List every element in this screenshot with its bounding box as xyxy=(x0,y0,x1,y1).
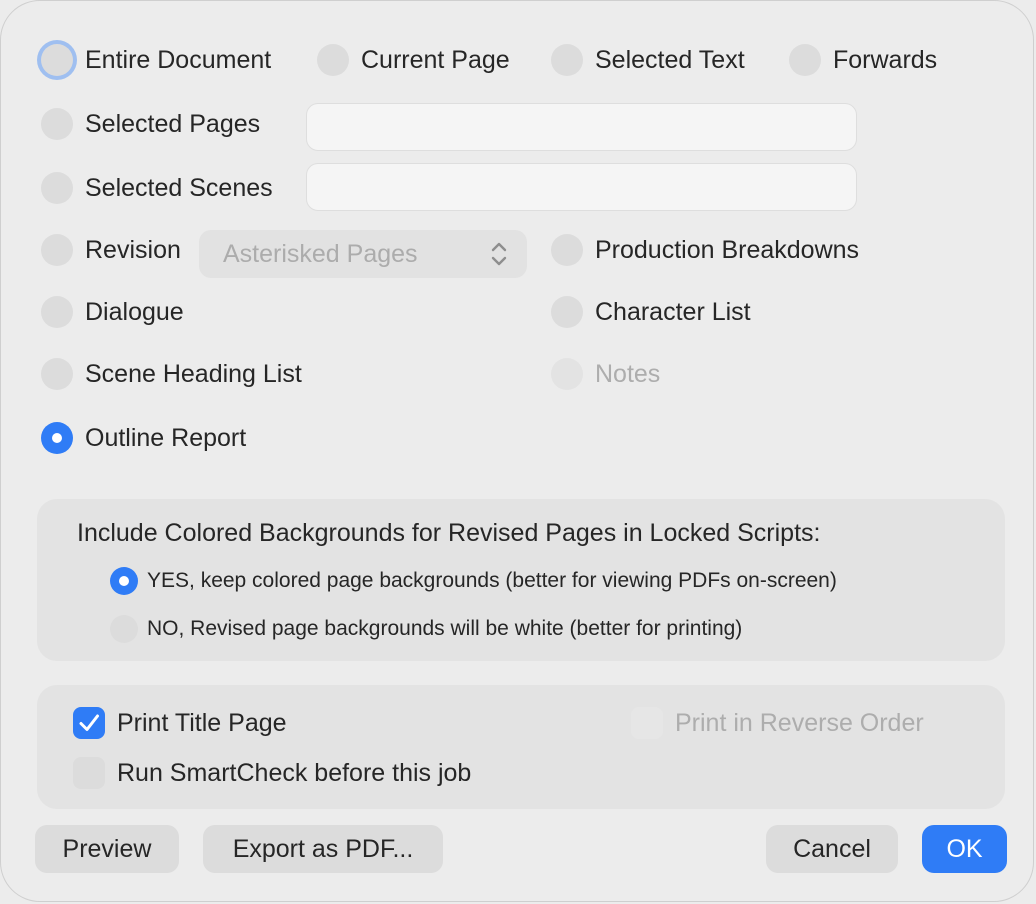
print-options-group: Print Title Page Print in Reverse Order … xyxy=(37,685,1005,809)
label-current-page[interactable]: Current Page xyxy=(361,44,510,76)
label-notes: Notes xyxy=(595,360,661,388)
radio-character-list[interactable] xyxy=(551,296,583,328)
radio-backgrounds-no[interactable] xyxy=(110,615,138,643)
radio-dialogue[interactable] xyxy=(41,296,73,328)
checkbox-print-reverse-order xyxy=(631,707,663,739)
colored-backgrounds-group: Include Colored Backgrounds for Revised … xyxy=(37,499,1005,661)
checkbox-run-smartcheck[interactable] xyxy=(73,757,105,789)
radio-scene-heading-list[interactable] xyxy=(41,358,73,390)
label-scene-heading-list[interactable]: Scene Heading List xyxy=(85,358,302,390)
label-production-breakdowns[interactable]: Production Breakdowns xyxy=(595,234,859,266)
radio-selected-scenes[interactable] xyxy=(41,172,73,204)
preview-button[interactable]: Preview xyxy=(35,825,179,873)
label-print-reverse-order: Print in Reverse Order xyxy=(675,709,924,737)
export-pdf-button[interactable]: Export as PDF... xyxy=(203,825,443,873)
label-revision[interactable]: Revision xyxy=(85,234,181,266)
checkbox-print-title-page[interactable] xyxy=(73,707,105,739)
label-character-list[interactable]: Character List xyxy=(595,296,751,328)
checkmark-icon xyxy=(79,714,99,731)
label-dialogue[interactable]: Dialogue xyxy=(85,296,184,328)
label-selected-scenes[interactable]: Selected Scenes xyxy=(85,172,273,204)
label-forwards[interactable]: Forwards xyxy=(833,44,937,76)
label-backgrounds-yes[interactable]: YES, keep colored page backgrounds (bett… xyxy=(147,567,837,595)
radio-revision[interactable] xyxy=(41,234,73,266)
label-entire-document[interactable]: Entire Document xyxy=(85,44,271,76)
radio-selected-text[interactable] xyxy=(551,44,583,76)
radio-selected-pages[interactable] xyxy=(41,108,73,140)
radio-forwards[interactable] xyxy=(789,44,821,76)
cancel-button[interactable]: Cancel xyxy=(766,825,898,873)
selected-pages-input[interactable] xyxy=(306,103,857,151)
selected-scenes-input[interactable] xyxy=(306,163,857,211)
chevron-updown-icon xyxy=(491,242,507,266)
label-print-title-page[interactable]: Print Title Page xyxy=(117,707,287,739)
radio-production-breakdowns[interactable] xyxy=(551,234,583,266)
label-selected-text[interactable]: Selected Text xyxy=(595,44,745,76)
colored-backgrounds-heading: Include Colored Backgrounds for Revised … xyxy=(77,519,821,547)
print-dialog: Entire Document Current Page Selected Te… xyxy=(0,0,1034,902)
radio-outline-report[interactable] xyxy=(41,422,73,454)
radio-notes xyxy=(551,358,583,390)
label-outline-report[interactable]: Outline Report xyxy=(85,422,246,454)
label-backgrounds-no[interactable]: NO, Revised page backgrounds will be whi… xyxy=(147,615,742,643)
revision-popup-value: Asterisked Pages xyxy=(223,240,418,268)
label-selected-pages[interactable]: Selected Pages xyxy=(85,108,260,140)
radio-backgrounds-yes[interactable] xyxy=(110,567,138,595)
ok-button[interactable]: OK xyxy=(922,825,1007,873)
radio-entire-document[interactable] xyxy=(41,44,73,76)
label-run-smartcheck[interactable]: Run SmartCheck before this job xyxy=(117,757,471,789)
revision-popup[interactable]: Asterisked Pages xyxy=(199,230,527,278)
radio-current-page[interactable] xyxy=(317,44,349,76)
